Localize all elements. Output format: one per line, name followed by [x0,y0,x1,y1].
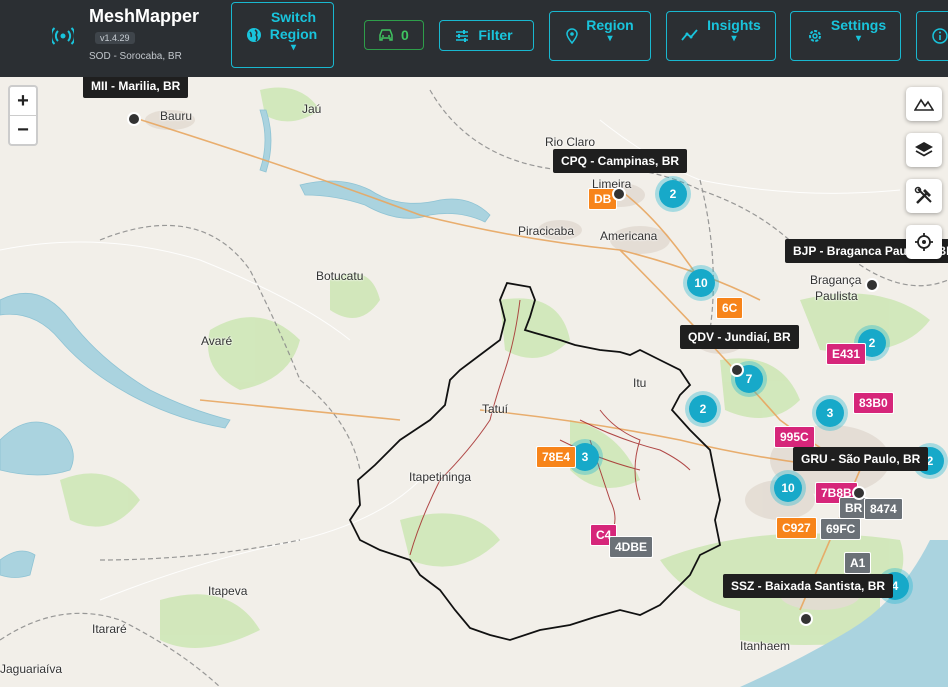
app-title: MeshMapper [89,6,200,26]
info-button[interactable] [916,11,948,61]
site-marker[interactable] [799,612,813,626]
mountain-icon [914,98,934,111]
switch-region-button[interactable]: Switch Region ▾ [231,2,334,68]
place-label: Piracicaba [518,224,575,238]
place-label: Itapetininga [409,470,472,484]
terrain-button[interactable] [906,87,942,121]
zoom-out-button[interactable]: − [10,116,36,144]
broadcast-icon [52,27,74,45]
site-marker[interactable] [612,187,626,201]
node-tag[interactable]: 8474 [864,498,903,520]
insights-label: Insights [707,17,761,33]
node-tag[interactable]: 83B0 [853,392,894,414]
node-cluster[interactable]: 10 [770,470,806,506]
zoom-in-button[interactable]: + [10,87,36,116]
node-tag[interactable]: 78E4 [536,446,577,468]
zoom-control: + − [8,85,38,146]
site-tooltip-campinas: CPQ - Campinas, BR [553,149,688,173]
place-label: Itapeva [208,584,248,598]
layers-button[interactable] [906,133,942,167]
top-navbar: MeshMapper v1.4.29 SOD - Sorocaba, BR Sw… [0,0,948,77]
car-icon [379,29,393,41]
node-tag[interactable]: 4DBE [609,536,654,558]
layers-icon [915,142,933,157]
gear-icon [809,30,821,42]
filter-label: Filter [478,27,513,43]
node-cluster[interactable]: 10 [683,265,719,301]
map-pin-icon [566,28,578,44]
vehicle-count: 0 [401,27,409,43]
map-canvas[interactable]: Bauru Jaú Rio Claro Limeira Piracicaba A… [0,77,948,687]
place-label: Itu [633,376,647,390]
info-icon [932,28,948,44]
locate-button[interactable] [906,225,942,259]
place-label: Paulista [815,289,858,303]
place-label: Itararé [92,622,127,636]
site-marker[interactable] [127,112,141,126]
site-tooltip-marilia: MII - Marilia, BR [83,77,189,98]
site-marker[interactable] [730,363,744,377]
current-region: SOD - Sorocaba, BR [89,51,182,62]
chevron-down-icon: ▾ [731,33,737,44]
site-marker[interactable] [865,278,879,292]
settings-label: Settings [830,17,887,33]
site-tooltip-sao-paulo: GRU - São Paulo, BR [793,447,929,471]
place-label: Americana [600,229,658,243]
place-label: Jaguariaíva [0,662,63,676]
place-label: Avaré [201,334,233,348]
place-label: Botucatu [316,269,364,283]
switch-region-label-1: Switch [270,9,317,25]
sliders-icon [456,30,468,42]
globe-icon [247,28,261,42]
insights-button[interactable]: Insights ▾ [666,11,776,61]
place-label: Itanhaem [740,639,791,653]
filter-button[interactable]: Filter [439,20,534,51]
chevron-down-icon: ▾ [290,42,297,53]
trend-chart-icon [681,29,698,41]
vehicle-count-button[interactable]: 0 [364,20,424,50]
version-badge: v1.4.29 [95,32,135,44]
region-button[interactable]: Region ▾ [549,11,651,61]
node-tag[interactable]: C927 [776,517,817,539]
place-label: Tatuí [482,402,509,416]
node-cluster[interactable]: 2 [685,391,721,427]
place-label: Rio Claro [545,135,596,149]
tools-icon [914,186,932,204]
chevron-down-icon: ▾ [855,33,862,44]
node-tag[interactable]: 6C [716,297,744,319]
node-tag[interactable]: 69FC [820,518,862,540]
site-tooltip-jundiai: QDV - Jundiaí, BR [680,325,799,349]
node-tag[interactable]: E431 [826,343,867,365]
place-label: Bragança [810,273,862,287]
tools-button[interactable] [906,179,942,213]
place-label: Jaú [302,102,322,116]
node-cluster[interactable]: 3 [812,395,848,431]
place-label: Bauru [160,109,193,123]
node-tag[interactable]: A1 [844,552,872,574]
chevron-down-icon: ▾ [607,33,613,44]
settings-button[interactable]: Settings ▾ [790,11,901,61]
site-tooltip-santos: SSZ - Baixada Santista, BR [723,574,894,598]
region-label: Region [586,17,634,33]
crosshair-icon [915,233,933,251]
node-cluster[interactable]: 2 [655,176,691,212]
site-marker[interactable] [852,486,866,500]
node-tag[interactable]: 995C [774,426,815,448]
